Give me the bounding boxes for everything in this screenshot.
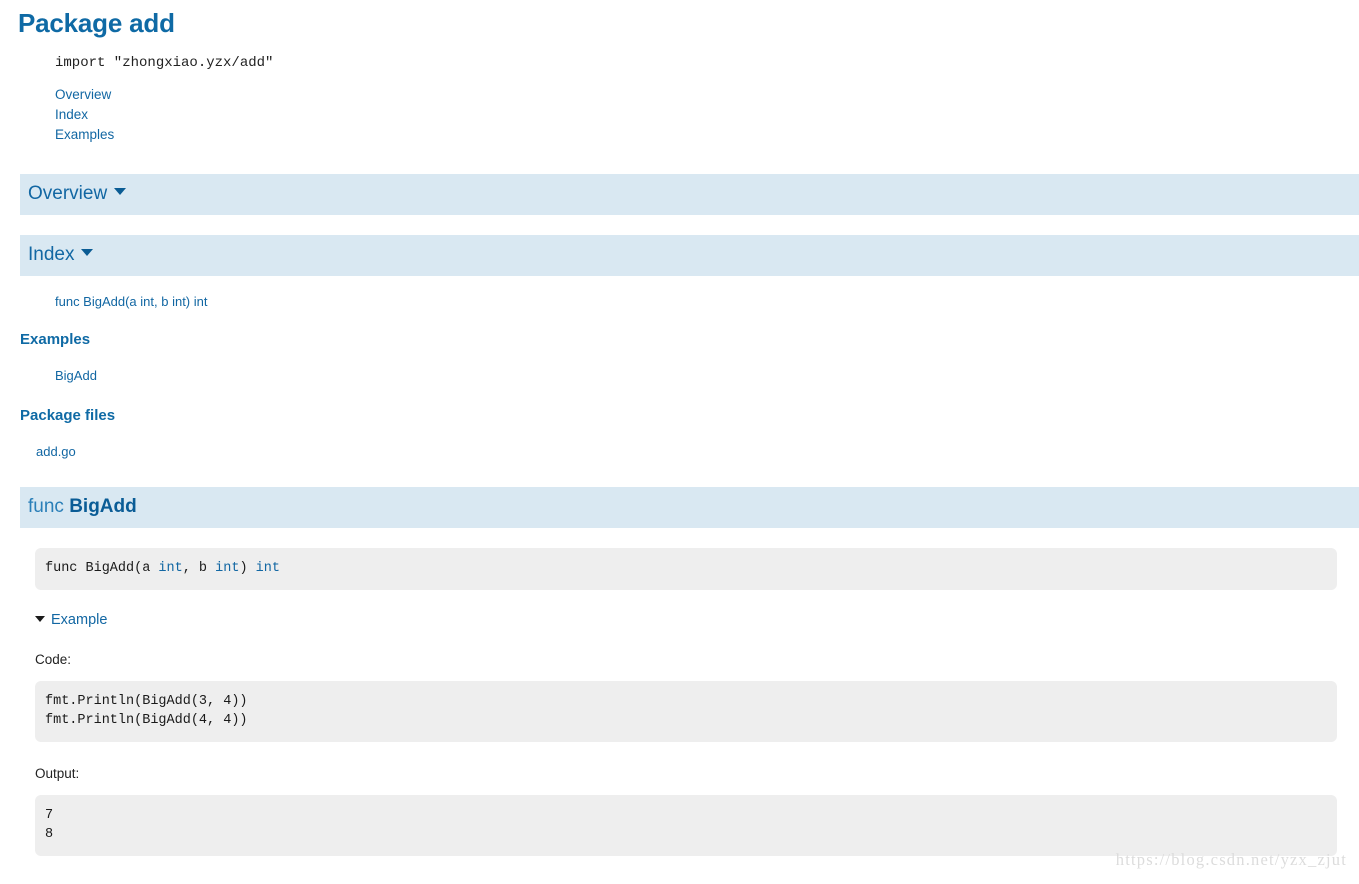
package-file-link-add-go[interactable]: add.go <box>36 444 76 459</box>
chevron-down-icon <box>81 249 94 256</box>
nav-link-index[interactable]: Index <box>55 105 1359 125</box>
examples-heading: Examples <box>20 331 91 348</box>
code-label: Code: <box>35 652 72 667</box>
signature-type-2: int <box>215 561 240 576</box>
signature-type-1: int <box>158 561 183 576</box>
signature-mid: , b <box>182 561 216 576</box>
package-files-heading: Package files <box>20 407 116 424</box>
func-signature-codeblock: func BigAdd(a int, b int) int <box>35 548 1337 590</box>
page-title: Package add <box>18 8 175 38</box>
example-code-block: fmt.Println(BigAdd(3, 4)) fmt.Println(Bi… <box>35 681 1337 742</box>
section-header-index-label: Index <box>28 244 75 265</box>
signature-prefix: func BigAdd(a <box>45 561 159 576</box>
index-entry-func-bigadd[interactable]: func BigAdd(a int, b int) int <box>0 294 1359 309</box>
section-header-func-bigadd[interactable]: func BigAdd <box>20 487 1359 528</box>
top-nav: Overview Index Examples <box>0 71 1359 145</box>
example-toggle-label: Example <box>51 612 108 628</box>
chevron-down-icon <box>114 188 127 195</box>
output-label: Output: <box>35 766 80 781</box>
caret-down-icon <box>35 616 45 622</box>
index-body: func BigAdd(a int, b int) int Examples B… <box>0 276 1359 461</box>
examples-list: BigAdd <box>0 348 1359 385</box>
section-header-overview[interactable]: Overview <box>20 174 1359 215</box>
nav-link-overview[interactable]: Overview <box>55 85 1359 105</box>
package-files-list: add.go <box>0 424 1359 461</box>
nav-link-examples[interactable]: Examples <box>55 125 1359 145</box>
section-header-overview-label: Overview <box>28 183 108 204</box>
import-statement: import "zhongxiao.yzx/add" <box>55 55 274 71</box>
func-keyword: func <box>28 496 64 517</box>
section-header-index[interactable]: Index <box>20 235 1359 276</box>
example-toggle[interactable]: Example <box>0 590 1359 628</box>
example-output-block: 7 8 <box>35 795 1337 856</box>
signature-return-type: int <box>255 561 280 576</box>
signature-suffix: ) <box>239 561 256 576</box>
func-name: BigAdd <box>69 496 137 517</box>
example-link-bigadd[interactable]: BigAdd <box>55 368 97 383</box>
